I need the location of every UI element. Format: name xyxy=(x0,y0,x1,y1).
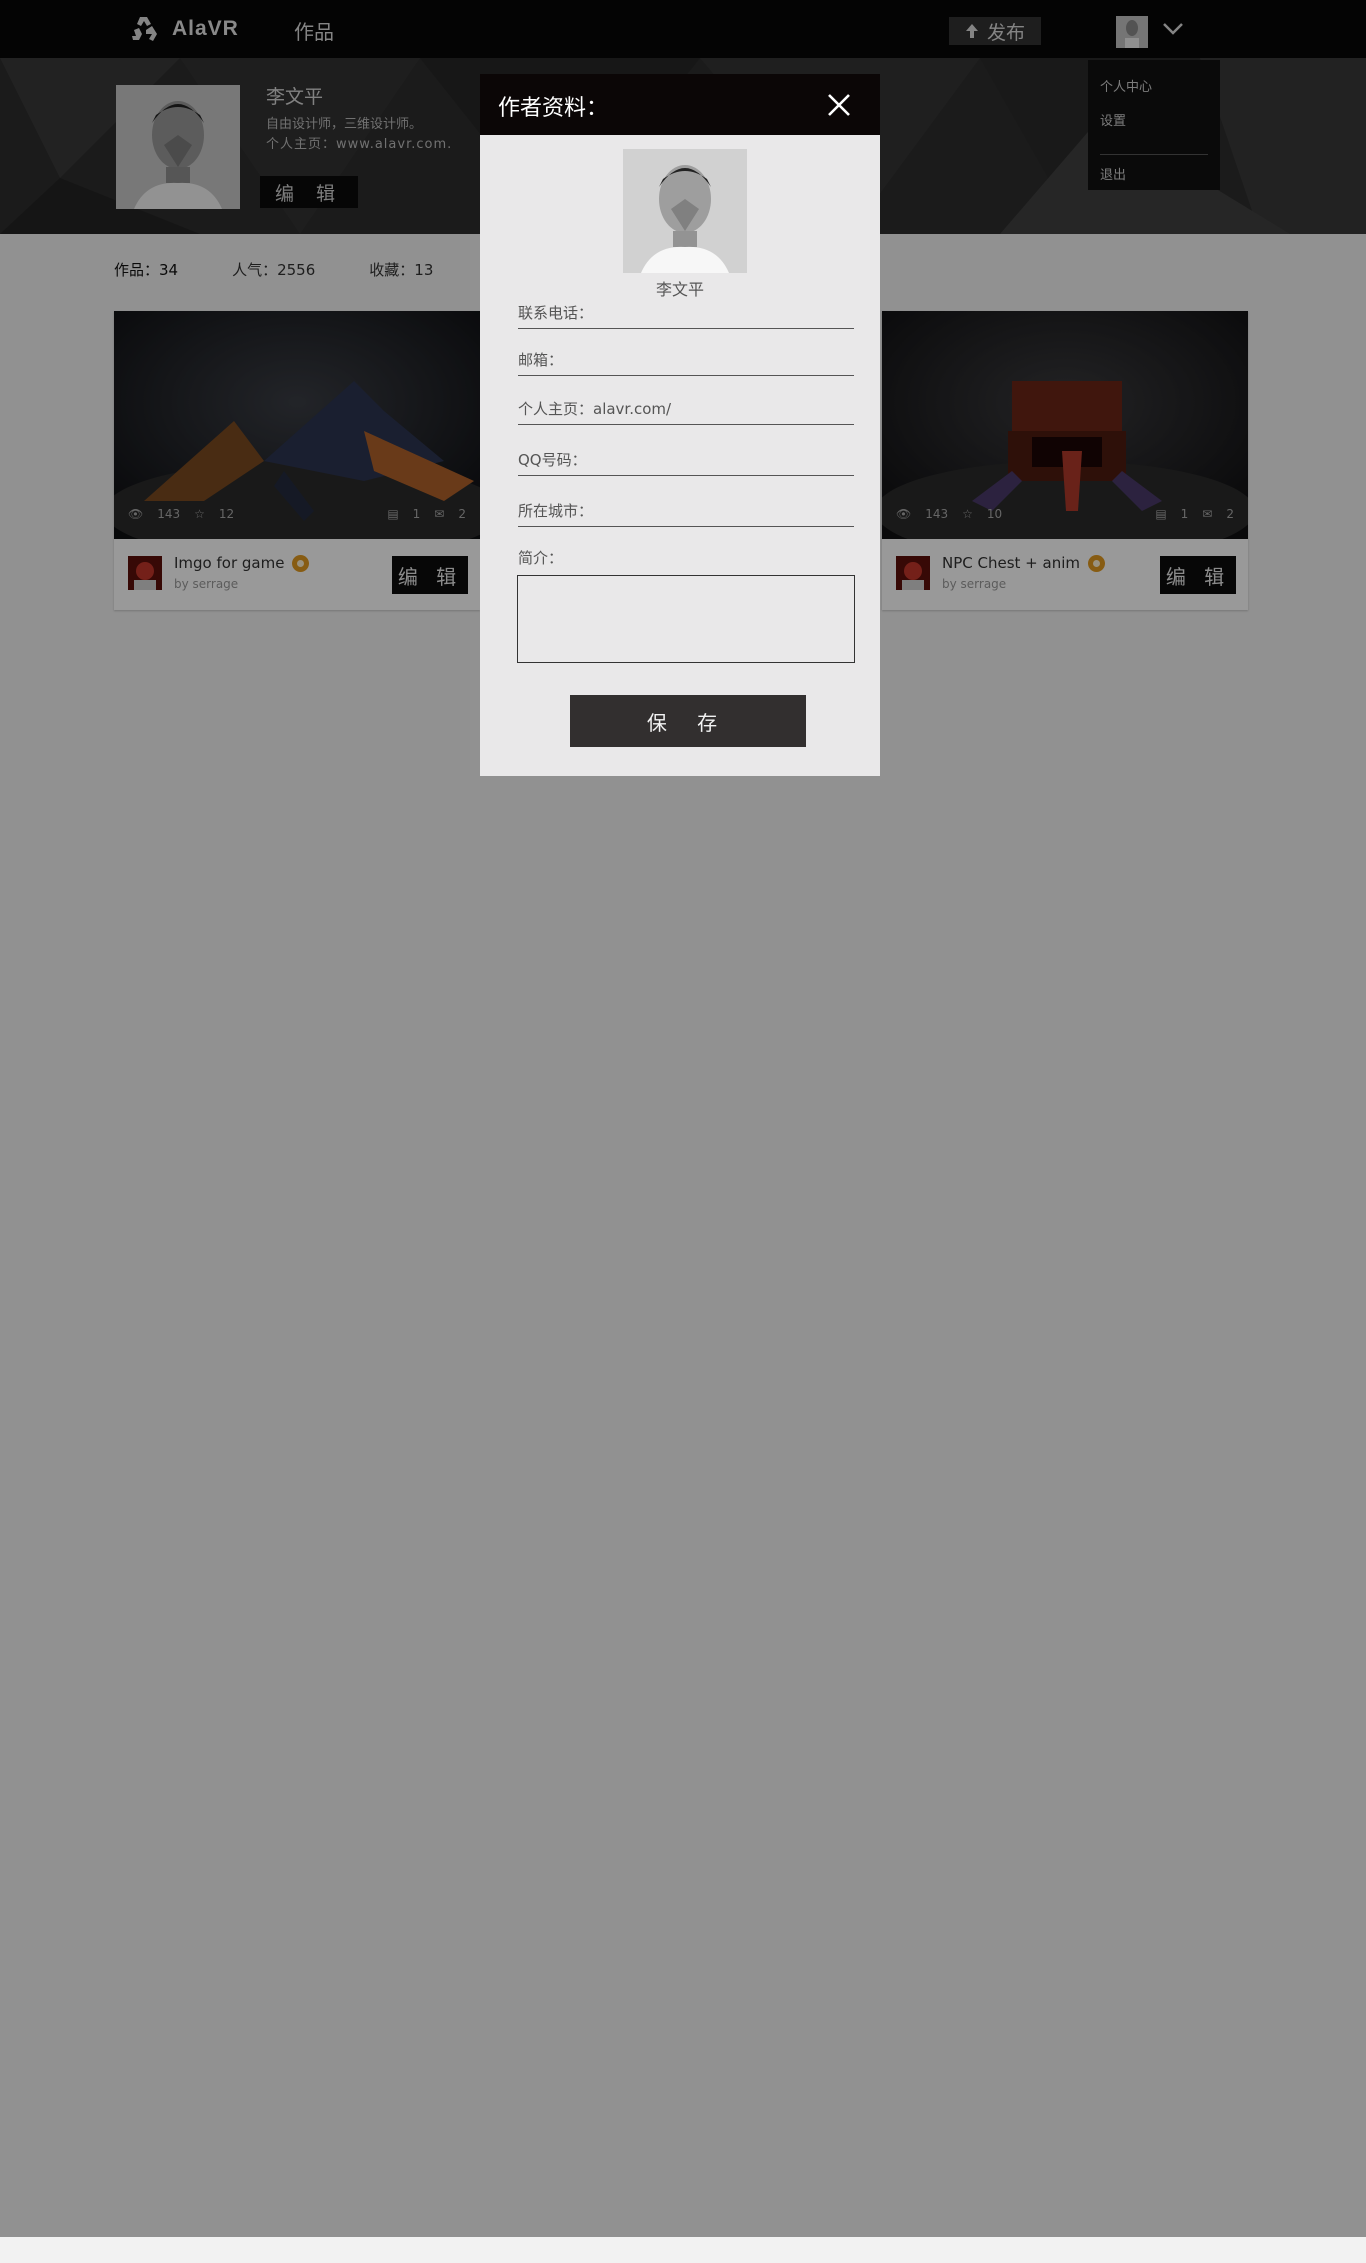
modal-author-name: 李文平 xyxy=(655,280,704,299)
intro-textarea[interactable] xyxy=(517,575,855,663)
intro-label: 简介： xyxy=(518,549,564,567)
modal-header: 作者资料： xyxy=(480,74,880,135)
email-label: 邮箱： xyxy=(518,351,564,369)
phone-label: 联系电话： xyxy=(518,304,594,322)
avatar-image xyxy=(623,149,747,273)
city-label: 所在城市： xyxy=(518,502,594,520)
qq-field[interactable]: QQ号码： xyxy=(518,447,854,476)
modal-avatar[interactable] xyxy=(623,149,747,273)
email-field[interactable]: 邮箱： xyxy=(518,347,854,376)
author-profile-modal: 作者资料： 李文平 联系电话： 邮箱： 个人主页：alavr.com/ QQ号码… xyxy=(480,74,880,776)
modal-title: 作者资料： xyxy=(498,96,609,121)
phone-field[interactable]: 联系电话： xyxy=(518,300,854,329)
city-field[interactable]: 所在城市： xyxy=(518,498,854,527)
homepage-field[interactable]: 个人主页：alavr.com/ xyxy=(518,396,854,425)
save-button[interactable]: 保 存 xyxy=(570,695,806,747)
qq-label: QQ号码： xyxy=(518,451,587,469)
close-icon[interactable] xyxy=(826,92,852,118)
homepage-label: 个人主页：alavr.com/ xyxy=(518,400,672,418)
